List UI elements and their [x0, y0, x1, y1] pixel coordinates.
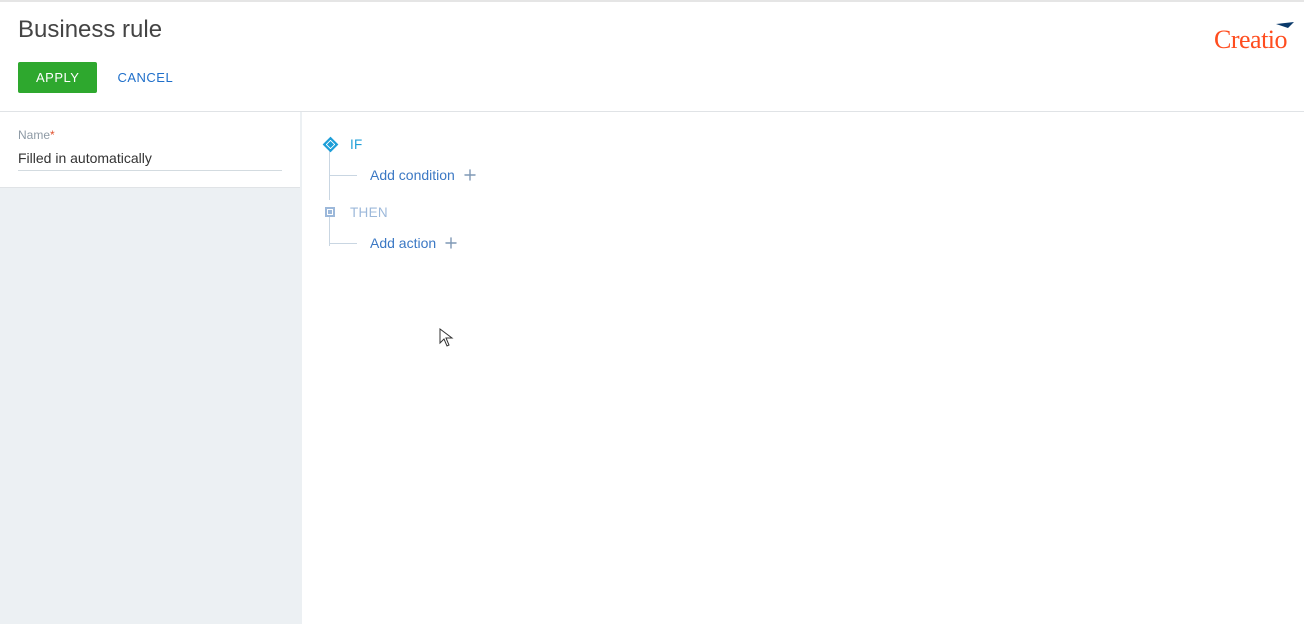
connector-horizontal [329, 243, 357, 244]
sidebar: Name* [0, 112, 300, 624]
add-condition-row: Add condition [322, 158, 1284, 192]
rule-canvas: IF Add condition [302, 112, 1304, 624]
name-input[interactable] [18, 148, 282, 171]
add-action-text: Add action [370, 235, 436, 251]
then-node: THEN [322, 198, 1284, 226]
cancel-button[interactable]: CANCEL [117, 70, 173, 85]
add-action-link[interactable]: Add action [370, 235, 458, 251]
plus-icon [463, 168, 477, 182]
add-condition-text: Add condition [370, 167, 455, 183]
connector-horizontal [329, 175, 357, 176]
rule-tree: IF Add condition [322, 130, 1284, 266]
toolbar: APPLY CANCEL [18, 62, 1286, 93]
page-title: Business rule [18, 16, 1286, 44]
then-label: THEN [350, 205, 388, 220]
apply-button[interactable]: APPLY [18, 62, 97, 93]
if-branch: IF Add condition [322, 130, 1284, 198]
if-label: IF [350, 137, 363, 152]
creatio-logo: Creatio [1214, 20, 1304, 54]
add-action-row: Add action [322, 226, 1284, 260]
name-field-card: Name* [0, 112, 300, 188]
name-field-label: Name* [18, 128, 282, 142]
if-node: IF [322, 130, 1284, 158]
name-label-text: Name [18, 128, 50, 142]
square-icon [322, 204, 338, 220]
then-branch: THEN Add action [322, 198, 1284, 266]
content-area: Name* IF Add condition [0, 111, 1304, 624]
diamond-icon [322, 136, 338, 152]
svg-text:Creatio: Creatio [1214, 25, 1288, 54]
header: Business rule APPLY CANCEL Creatio [0, 2, 1304, 111]
add-condition-link[interactable]: Add condition [370, 167, 477, 183]
required-asterisk: * [50, 128, 55, 142]
plus-icon [444, 236, 458, 250]
